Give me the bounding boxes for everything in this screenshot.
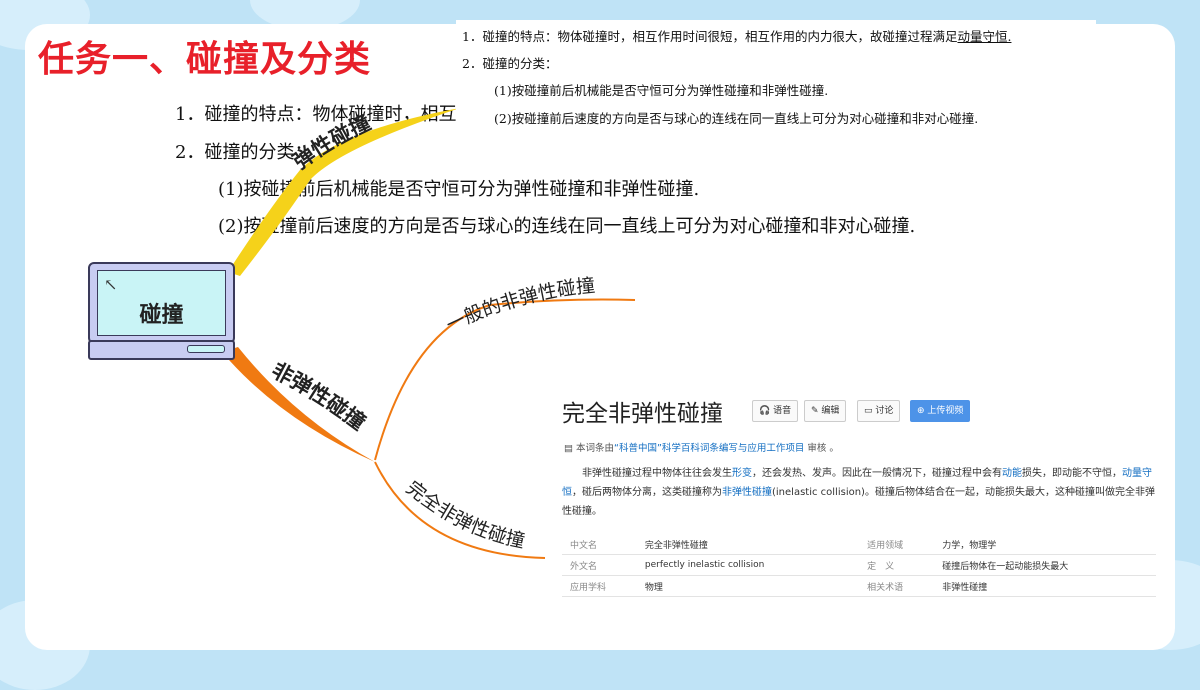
upload-video-button[interactable]: ⊕ 上传视频 xyxy=(910,400,971,422)
snippet-line-4: (2)按碰撞前后速度的方向是否与球心的连线在同一直线上可分为对心碰撞和非对心碰撞… xyxy=(494,111,979,126)
discuss-button[interactable]: ▭ 讨论 xyxy=(857,400,901,422)
snippet-line-2: 2．碰撞的分类： xyxy=(462,56,558,71)
doc-icon: ▤ xyxy=(564,443,573,454)
definition-snippet: 1．碰撞的特点：物体碰撞时，相互作用时间很短，相互作用的内力很大，故碰撞过程满足… xyxy=(456,20,1096,132)
laptop-touchpad xyxy=(187,345,225,353)
edit-button[interactable]: ✎ 编辑 xyxy=(804,400,847,422)
review-note: ▤ 本词条由“科普中国”科学百科词条编写与应用工作项目 审核 。 xyxy=(564,443,839,454)
entry-summary: 非弹性碰撞过程中物体往往会发生形变，还会发热、发声。因此在一般情况下，碰撞过程中… xyxy=(562,468,1155,517)
link-inelastic-collision[interactable]: 非弹性碰撞 xyxy=(722,487,772,498)
snippet-line-3: (1)按碰撞前后机械能是否守恒可分为弹性碰撞和非弹性碰撞. xyxy=(494,83,829,98)
root-node-laptop: ↖ 碰撞 xyxy=(88,262,235,344)
entry-title: 完全非弹性碰撞 xyxy=(562,401,723,427)
encyclopedia-entry: 完全非弹性碰撞 🎧 语音 ✎ 编辑 ▭ 讨论 ⊕ 上传视频 ▤ 本词条由“科普中… xyxy=(560,388,1160,598)
laptop-base xyxy=(88,340,235,360)
table-row: 中文名 完全非弹性碰撞 适用领域 力学，物理学 xyxy=(562,534,1156,555)
snippet-line-1: 1．碰撞的特点：物体碰撞时，相互作用时间很短，相互作用的内力很大，故碰撞过程满足… xyxy=(462,29,1012,44)
info-table: 中文名 完全非弹性碰撞 适用领域 力学，物理学 外文名 perfectly inela… xyxy=(562,534,1156,597)
general-inelastic-label: 一般的非弹性碰撞 xyxy=(443,275,596,337)
link-kinetic-energy[interactable]: 动能 xyxy=(1002,468,1022,479)
root-node-label: 碰撞 xyxy=(139,302,184,328)
table-row: 外文名 perfectly inelastic collision 定 义碰撞后物… xyxy=(562,554,1156,576)
review-project-link[interactable]: “科普中国”科学百科词条编写与应用工作项目 xyxy=(614,443,804,454)
cursor-icon: ↖ xyxy=(104,275,118,294)
slide-title: 任务一、碰撞及分类 xyxy=(38,39,372,80)
voice-button[interactable]: 🎧 语音 xyxy=(752,400,799,422)
link-deformation[interactable]: 形变 xyxy=(732,468,752,479)
laptop-screen: ↖ 碰撞 xyxy=(97,270,226,336)
perfect-inelastic-label: 完全非弹性碰撞 xyxy=(402,477,527,553)
table-row: 应用学科 物理 相关术语 非弹性碰撞 xyxy=(562,575,1156,597)
